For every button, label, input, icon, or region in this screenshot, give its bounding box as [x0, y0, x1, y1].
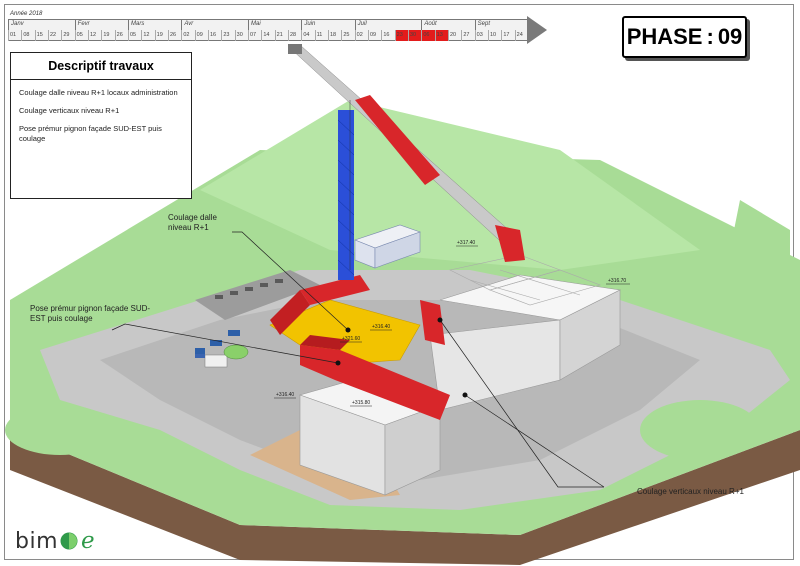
callout-gable: Pose prémur pignon façade SUD-EST puis c…	[30, 304, 151, 323]
elev-5: +316.40	[276, 392, 294, 398]
description-item: Pose prémur pignon façade SUD-EST puis c…	[19, 124, 162, 143]
description-item: Coulage verticaux niveau R+1	[19, 106, 120, 115]
crane-mast	[338, 110, 354, 280]
logo-circle-icon	[60, 532, 78, 550]
grass-patch-left	[5, 405, 115, 455]
bimoe-logo: bim e	[15, 528, 95, 554]
elev-4: +321.60	[342, 336, 360, 342]
grass-patch-right	[640, 400, 760, 460]
logo-suffix: e	[81, 528, 95, 554]
elev-3: +316.40	[372, 324, 390, 330]
callout-walls: Coulage verticaux niveau R+1	[637, 487, 744, 496]
elev-1: +317.40	[457, 240, 475, 246]
description-title: Descriptif travaux	[11, 53, 191, 80]
elev-2: +316.70	[608, 278, 626, 284]
description-item: Coulage dalle niveau R+1 locaux administ…	[19, 88, 178, 97]
logo-text: bim	[15, 528, 59, 554]
crane-cab	[288, 44, 302, 54]
callout-slab: Coulage dalle niveau R+1	[168, 213, 217, 232]
elev-6: +315.80	[352, 400, 370, 406]
description-panel: Descriptif travaux Coulage dalle niveau …	[10, 52, 192, 199]
